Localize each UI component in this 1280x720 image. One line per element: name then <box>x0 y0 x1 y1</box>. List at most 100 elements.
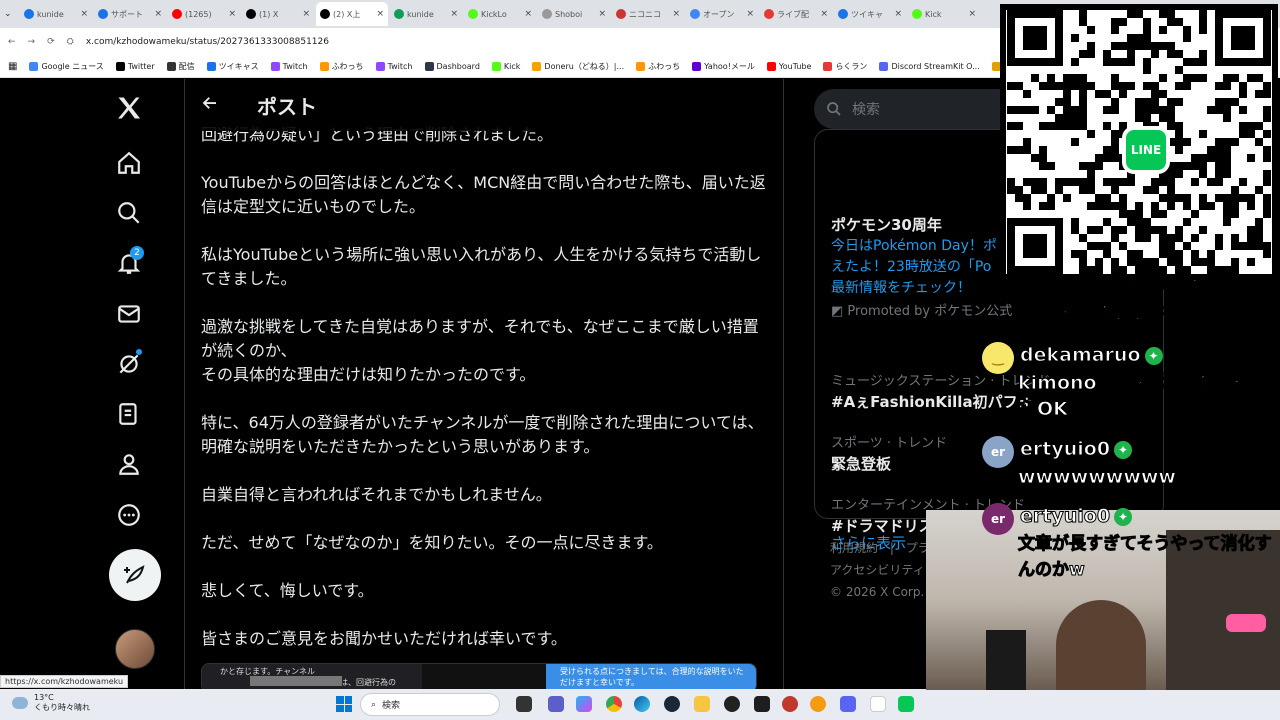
weather-widget[interactable]: 13°C くもり時々晴れ <box>12 693 90 713</box>
footer-link-terms[interactable]: 利用規約 <box>830 541 878 555</box>
more-circle-icon[interactable] <box>112 498 146 532</box>
bookmark-item[interactable]: Google ニュース <box>29 61 104 72</box>
browser-tab[interactable]: ニコニコ × <box>612 2 684 26</box>
browser-tab[interactable]: KickLo × <box>464 2 536 26</box>
bookmark-item[interactable]: Kick <box>491 61 520 72</box>
browser-tab[interactable]: オープン × <box>686 2 758 26</box>
bookmark-favicon-icon <box>823 62 833 71</box>
bookmark-item[interactable]: Dashboard <box>424 61 480 72</box>
close-tab-icon[interactable]: × <box>450 9 458 19</box>
compose-post-button[interactable] <box>109 549 161 601</box>
close-tab-icon[interactable]: × <box>524 9 532 19</box>
browser-tab[interactable]: kunide × <box>390 2 462 26</box>
tab-favicon-icon <box>98 9 108 19</box>
bookmark-item[interactable]: らくラン <box>823 61 867 72</box>
close-tab-icon[interactable]: × <box>746 9 754 19</box>
post-line: その具体的な理由だけは知りたかったのです。 <box>201 365 536 384</box>
browser-tab[interactable]: Kick × <box>908 2 980 26</box>
tab-list-dropdown-icon[interactable]: ⌄ <box>4 9 18 19</box>
bookmark-item[interactable]: ふわっち <box>319 61 364 72</box>
close-tab-icon[interactable]: × <box>598 9 606 19</box>
trend-item[interactable]: ミュージックステーション · トレンド #AぇFashionKilla初パフォ <box>831 370 1161 412</box>
promoted-icon: ◩ <box>831 304 848 319</box>
browser-tab[interactable]: ライブ配 × <box>760 2 832 26</box>
browser-tab[interactable]: Shoboi × <box>538 2 610 26</box>
browser-tab[interactable]: サポート × <box>94 2 166 26</box>
windows-start-icon[interactable] <box>336 696 352 712</box>
copilot-icon[interactable] <box>576 696 592 712</box>
trend-item[interactable]: スポーツ · トレンド 緊急登板 <box>831 432 1161 474</box>
attached-image-preview[interactable]: かと存じます。チャンネル は、回避行為の 受けられる点につきましては、合理的な説… <box>201 663 757 689</box>
messages-envelope-icon[interactable] <box>112 297 146 331</box>
close-tab-icon[interactable]: × <box>302 9 310 19</box>
close-tab-icon[interactable]: × <box>820 9 828 19</box>
bookmark-item[interactable]: Doneru（どねる）|... <box>532 61 624 72</box>
post-paragraph: 過激な挑戦をしてきた自覚はありますが、それでも、なぜここまで厳しい措置が続くのか… <box>201 315 769 387</box>
bookmark-item[interactable]: Discord StreamKit O... <box>879 61 980 72</box>
tab-title: サポート <box>111 9 143 19</box>
tab-favicon-icon <box>24 9 34 19</box>
bookmark-item[interactable]: Yahoo!メール <box>692 61 755 72</box>
bookmark-label: Twitch <box>282 62 308 71</box>
close-tab-icon[interactable]: × <box>672 9 680 19</box>
trend-meta: ミュージックステーション · トレンド <box>831 374 1051 389</box>
bookmark-item[interactable]: ツイキャス <box>206 61 259 72</box>
lists-icon[interactable] <box>112 397 146 431</box>
terminal-icon[interactable] <box>754 696 770 712</box>
reload-icon[interactable]: ⟳ <box>47 37 55 47</box>
apps-grid-icon[interactable]: ▦ <box>8 61 17 72</box>
x-logo-icon[interactable] <box>112 91 146 125</box>
notifications-bell-icon[interactable]: 2 <box>112 246 146 280</box>
taskbar-search[interactable]: ⌕ 検索 <box>360 693 500 716</box>
post-paragraph: 自業自得と言われればそれまでかもしれません。 <box>201 485 552 504</box>
task-view-icon[interactable] <box>516 696 532 712</box>
explore-search-icon[interactable] <box>112 196 146 230</box>
account-avatar[interactable] <box>115 629 155 669</box>
browser-tab[interactable]: (1) X × <box>242 2 314 26</box>
close-tab-icon[interactable]: × <box>80 9 88 19</box>
browser-tab[interactable]: (2) X上 × <box>316 2 388 26</box>
cloud-icon <box>12 697 28 709</box>
close-tab-icon[interactable]: × <box>968 9 976 19</box>
close-tab-icon[interactable]: × <box>228 9 236 19</box>
line-app-icon[interactable] <box>898 696 914 712</box>
bookmark-item[interactable]: 配信 <box>166 61 195 72</box>
browser-tab[interactable]: (1265) × <box>168 2 240 26</box>
bookmark-item[interactable]: ふわっち <box>636 61 680 72</box>
edge-icon[interactable] <box>634 696 650 712</box>
app-orange-icon[interactable] <box>810 696 826 712</box>
bookmark-item[interactable]: Twitch <box>375 61 413 72</box>
tab-title: Kick <box>925 9 942 19</box>
tab-favicon-icon <box>246 9 256 19</box>
profile-icon[interactable] <box>112 447 146 481</box>
record-icon[interactable] <box>782 696 798 712</box>
close-tab-icon[interactable]: × <box>376 9 384 19</box>
chrome-icon[interactable] <box>606 696 622 712</box>
home-icon[interactable] <box>112 146 146 180</box>
bookmark-item[interactable]: Twitch <box>270 61 308 72</box>
close-tab-icon[interactable]: × <box>154 9 162 19</box>
close-tab-icon[interactable]: × <box>894 9 902 19</box>
back-arrow-icon[interactable] <box>201 94 223 116</box>
grok-icon[interactable] <box>112 347 146 381</box>
browser-tab[interactable]: ツイキャ × <box>834 2 906 26</box>
bookmark-favicon-icon <box>29 62 39 71</box>
file-explorer-icon[interactable] <box>694 696 710 712</box>
bookmark-item[interactable]: Twitter <box>115 61 155 72</box>
forward-arrow-icon[interactable]: → <box>28 37 36 47</box>
footer-link-accessibility[interactable]: アクセシビリティ <box>830 563 925 577</box>
trend-name: 緊急登板 <box>831 455 892 473</box>
url-field[interactable]: x.com/kzhodowameku/status/20273613330088… <box>86 37 329 47</box>
promo-title[interactable]: ポケモン30周年 <box>831 214 942 235</box>
teams-icon[interactable] <box>548 696 564 712</box>
app-white-icon[interactable] <box>870 696 886 712</box>
steam-icon[interactable] <box>664 696 680 712</box>
back-arrow-icon[interactable]: ← <box>8 37 16 47</box>
browser-tab[interactable]: kunide × <box>20 2 92 26</box>
obs-icon[interactable] <box>724 696 740 712</box>
site-info-icon[interactable]: ⛭ <box>67 37 74 47</box>
promo-text[interactable]: 今日はPokémon Day！ポえたよ！23時放送の「Po最新情報をチェック！ <box>831 236 1001 299</box>
discord-icon[interactable] <box>840 696 856 712</box>
tab-favicon-icon <box>394 9 404 19</box>
bookmark-item[interactable]: YouTube <box>766 61 811 72</box>
